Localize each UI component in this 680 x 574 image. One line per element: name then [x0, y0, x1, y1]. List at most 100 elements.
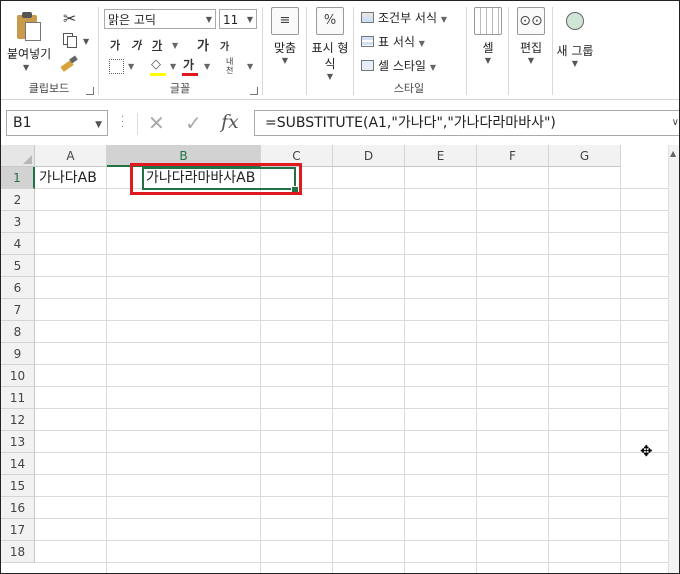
chevron-down-icon: ▼ — [326, 72, 334, 81]
gridline — [106, 167, 107, 573]
chevron-down-icon: ▼ — [281, 56, 289, 65]
row-header-2[interactable]: 2 — [1, 189, 35, 211]
divider — [137, 113, 138, 135]
chevron-down-icon[interactable]: ▼ — [83, 37, 89, 46]
copy-icon[interactable] — [63, 33, 77, 48]
cell-a1[interactable]: 가나다AB — [39, 167, 97, 189]
column-header-f[interactable]: F — [477, 145, 549, 167]
font-name-value: 맑은 고딕 — [108, 13, 156, 27]
alignment-button[interactable]: ≡ 맞춤 ▼ — [267, 7, 303, 65]
column-header-a[interactable]: A — [35, 145, 107, 167]
font-group-label: 글꼴 — [169, 82, 191, 95]
column-header-e[interactable]: E — [405, 145, 477, 167]
chevron-down-icon: ▼ — [527, 56, 535, 65]
styles-group: 스타일 — [354, 1, 464, 99]
row-header-8[interactable]: 8 — [1, 321, 35, 343]
formula-bar: B1 ▼ · · · ✕ ✓ fx =SUBSTITUTE(A1,"가나다","가나… — [1, 105, 679, 141]
row-header-16[interactable]: 16 — [1, 497, 35, 519]
shrink-font-button[interactable]: 가 — [220, 38, 229, 53]
divider — [306, 7, 307, 95]
gridline — [404, 167, 405, 573]
insert-function-icon[interactable]: fx — [221, 111, 239, 133]
row-header-10[interactable]: 10 — [1, 365, 35, 387]
font-size-select[interactable]: 11 ▼ — [219, 9, 257, 29]
divider — [466, 7, 467, 95]
divider — [262, 7, 263, 95]
percent-icon: % — [316, 7, 344, 35]
chevron-down-icon[interactable]: ▼ — [247, 62, 253, 71]
chevron-down-icon[interactable]: ▼ — [204, 62, 210, 71]
alignment-label: 맞춤 — [273, 41, 297, 55]
row-header-3[interactable]: 3 — [1, 211, 35, 233]
font-color-swatch — [182, 73, 198, 76]
highlight-box — [130, 163, 302, 195]
editing-button[interactable]: ⊙⊙ 편집 ▼ — [512, 7, 550, 65]
row-header-5[interactable]: 5 — [1, 255, 35, 277]
gridline — [620, 167, 621, 573]
row-header-14[interactable]: 14 — [1, 453, 35, 475]
underline-button[interactable]: 가 — [152, 37, 162, 53]
row-header-15[interactable]: 15 — [1, 475, 35, 497]
formula-input[interactable]: =SUBSTITUTE(A1,"가나다","가나다라마바사") — [254, 110, 679, 136]
row-header-18[interactable]: 18 — [1, 541, 35, 563]
chevron-down-icon[interactable]: ▼ — [128, 62, 134, 71]
number-format-button[interactable]: % 표시 형식 ▼ — [310, 7, 350, 81]
cancel-icon[interactable]: ✕ — [148, 111, 165, 135]
select-all-button[interactable] — [1, 145, 35, 167]
row-header-11[interactable]: 11 — [1, 387, 35, 409]
row-header-7[interactable]: 7 — [1, 299, 35, 321]
circle-icon — [562, 12, 588, 38]
font-size-value: 11 — [223, 13, 239, 27]
divider — [508, 7, 509, 95]
row-header-4[interactable]: 4 — [1, 233, 35, 255]
phonetic-guide-button[interactable]: 내천 — [226, 57, 240, 75]
more-icon[interactable]: · · · — [121, 113, 124, 133]
fill-color-icon[interactable]: ◇ — [151, 57, 161, 72]
gridline — [476, 167, 477, 573]
chevron-down-icon: ▼ — [571, 59, 579, 68]
fill-color-swatch — [150, 73, 166, 76]
chevron-down-icon[interactable]: ∨ — [672, 117, 679, 128]
chevron-down-icon[interactable]: ▼ — [170, 62, 176, 71]
row-header-6[interactable]: 6 — [1, 277, 35, 299]
column-header-d[interactable]: D — [333, 145, 405, 167]
new-group-button[interactable]: 새 그룹 ▼ — [556, 7, 594, 68]
font-color-button[interactable]: 가 — [183, 56, 194, 73]
cut-icon[interactable]: ✂ — [63, 9, 76, 28]
binoculars-icon: ⊙⊙ — [517, 7, 545, 35]
chevron-down-icon: ▼ — [23, 63, 30, 72]
row-header-13[interactable]: 13 — [1, 431, 35, 453]
dialog-launcher-icon[interactable] — [86, 87, 94, 95]
row-header-17[interactable]: 17 — [1, 519, 35, 541]
divider — [552, 7, 553, 95]
vertical-scrollbar[interactable]: ▲ — [668, 145, 679, 573]
dialog-launcher-icon[interactable] — [250, 87, 258, 95]
worksheet-grid: ABCDEFG 1 2 3 4 5 6 7 8 9 10 11 12 13 14 15 16 17 18 가나다A… — [1, 145, 679, 573]
cells-button[interactable]: 셀 ▼ — [471, 7, 505, 65]
row-header-1[interactable]: 1 — [1, 167, 35, 189]
styles-group-label: 스타일 — [393, 82, 425, 95]
cells-area[interactable] — [35, 167, 669, 573]
cells-grid-icon — [474, 7, 502, 35]
excel-window: 붙여넣기 ▼ ✂ ▼ 클립보드 글꼴 맑은 고딕 ▼ 11 ▼ 가 가 가 ▼ … — [0, 0, 680, 574]
cells-label: 셀 — [482, 41, 494, 55]
border-icon[interactable] — [109, 59, 124, 74]
format-painter-icon[interactable] — [60, 55, 79, 72]
enter-icon[interactable]: ✓ — [185, 111, 202, 135]
paste-label: 붙여넣기 — [7, 47, 52, 61]
gridline — [332, 167, 333, 573]
column-header-g[interactable]: G — [549, 145, 621, 167]
chevron-down-icon[interactable]: ▼ — [172, 41, 178, 50]
name-box[interactable]: B1 ▼ — [6, 110, 108, 136]
italic-button[interactable]: 가 — [131, 37, 141, 53]
row-header-9[interactable]: 9 — [1, 343, 35, 365]
row-header-12[interactable]: 12 — [1, 409, 35, 431]
paste-icon — [15, 11, 41, 41]
chevron-down-icon: ▼ — [246, 15, 253, 24]
grow-font-button[interactable]: 가 — [197, 35, 209, 54]
font-name-select[interactable]: 맑은 고딕 ▼ — [104, 9, 216, 29]
bold-button[interactable]: 가 — [110, 37, 120, 53]
scroll-up-icon[interactable]: ▲ — [670, 149, 676, 158]
clipboard-group-label: 클립보드 — [28, 82, 70, 95]
number-format-label: 표시 형식 — [311, 41, 349, 71]
